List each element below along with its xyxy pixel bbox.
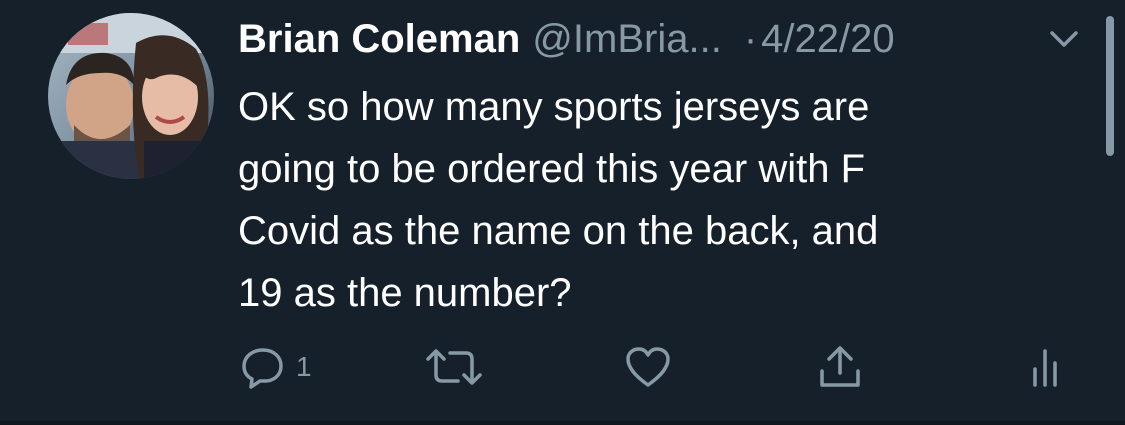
divider [0, 421, 1125, 425]
chevron-down-icon[interactable] [1044, 26, 1084, 52]
share-icon [820, 346, 860, 387]
reply-button[interactable]: 1 [240, 345, 312, 389]
retweet-button[interactable] [424, 345, 484, 389]
author-display-name[interactable]: Brian Coleman [238, 14, 520, 64]
heart-icon [626, 347, 670, 387]
retweet-icon [426, 349, 482, 385]
analytics-icon [1033, 349, 1057, 387]
reply-icon [242, 348, 283, 389]
like-button[interactable] [624, 345, 672, 389]
tweet[interactable]: Brian Coleman @ImBria... · 4/22/20 OK so… [0, 0, 1125, 425]
author-handle[interactable]: @ImBria... [532, 14, 722, 64]
avatar[interactable] [48, 13, 214, 179]
tweet-date[interactable]: 4/22/20 [761, 14, 894, 64]
tweet-header: Brian Coleman @ImBria... · 4/22/20 [238, 14, 895, 64]
separator-dot: · [743, 17, 758, 61]
reply-count: 1 [296, 351, 312, 382]
avatar-image [48, 13, 214, 179]
tweet-text: OK so how many sports jerseys are going … [238, 85, 879, 315]
scrollbar[interactable] [1106, 16, 1114, 156]
analytics-button[interactable] [1030, 345, 1060, 389]
share-button[interactable] [816, 345, 864, 389]
